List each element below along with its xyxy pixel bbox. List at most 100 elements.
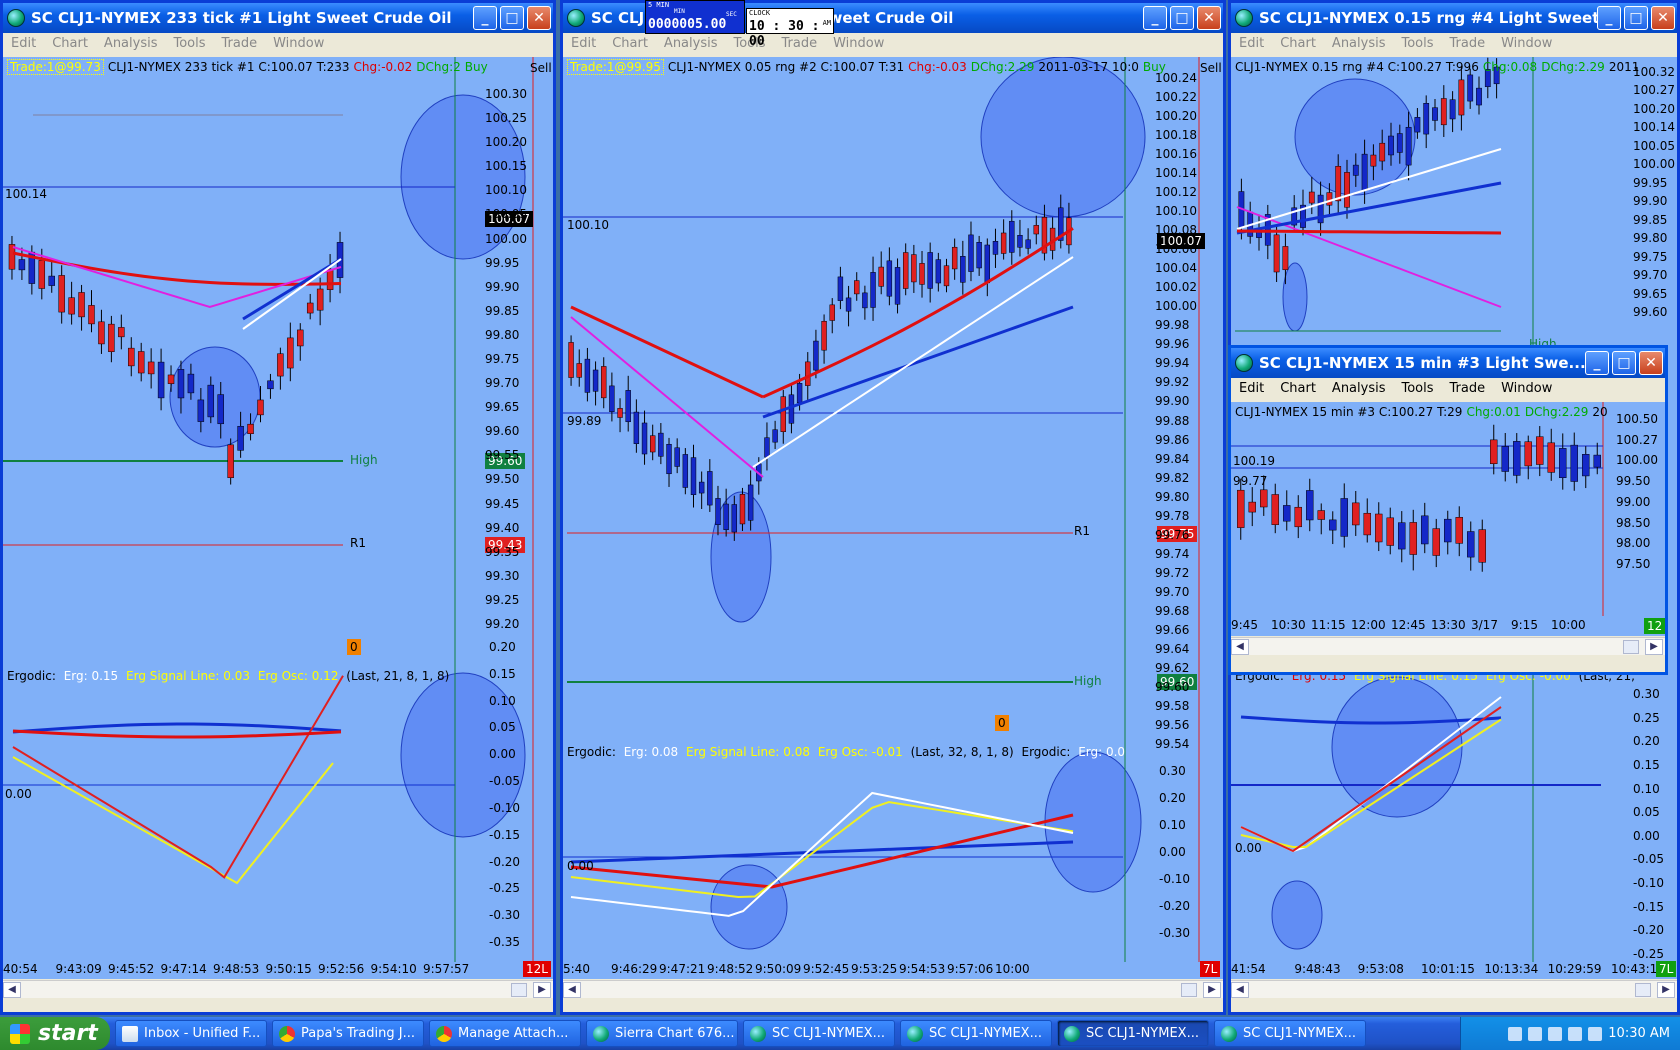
maximize-button[interactable]: □ <box>1170 6 1194 30</box>
scroll-thumb[interactable] <box>1623 639 1639 654</box>
price-tick-label: 100.20 <box>485 135 527 150</box>
close-button[interactable]: ✕ <box>527 6 551 30</box>
candle-body <box>976 242 982 269</box>
scroll-left-icon[interactable]: ◀ <box>1231 638 1249 655</box>
scroll-thumb[interactable] <box>1181 982 1197 997</box>
time-tick-label: 9:48:53 <box>213 962 260 976</box>
scroll-right-icon[interactable]: ▶ <box>533 981 551 998</box>
scroll-thumb[interactable] <box>1635 982 1651 997</box>
close-button[interactable]: ✕ <box>1639 351 1663 375</box>
chart-window-2[interactable]: SC CLJ1 ht Sweet Crude Oil _ □ ✕ Edit Ch… <box>560 0 1226 1015</box>
window-titlebar[interactable]: SC CLJ1-NYMEX 0.15 rng #4 Light Sweet ..… <box>1231 3 1677 33</box>
menu-analysis[interactable]: Analysis <box>104 36 158 51</box>
candle-body <box>316 288 324 311</box>
chart-area[interactable]: CLJ1-NYMEX 15 min #3 C:100.27 T:29 Chg:0.… <box>1231 402 1665 636</box>
price-tick-label: 99.92 <box>1155 375 1190 390</box>
menu-window[interactable]: Window <box>1501 381 1552 396</box>
price-tick-label: 99.58 <box>1155 698 1190 713</box>
menu-chart[interactable]: Chart <box>1280 36 1316 51</box>
scroll-left-icon[interactable]: ◀ <box>1231 981 1249 998</box>
osc-tick-label: 0.15 <box>1633 757 1660 772</box>
candle-body <box>1570 444 1578 482</box>
taskbar-item[interactable]: Sierra Chart 676... <box>586 1020 738 1047</box>
buy-label[interactable]: Buy <box>465 60 488 74</box>
osc-tick-label: -0.15 <box>489 827 521 842</box>
taskbar-item[interactable]: Papa's Trading J... <box>272 1020 424 1047</box>
horizontal-scrollbar[interactable]: ◀ ▶ <box>1231 637 1665 655</box>
menu-tools[interactable]: Tools <box>1401 36 1433 51</box>
mail-icon[interactable] <box>1528 1026 1543 1041</box>
menu-chart[interactable]: Chart <box>52 36 88 51</box>
menu-edit[interactable]: Edit <box>571 36 596 51</box>
taskbar-item[interactable]: SC CLJ1-NYMEX... <box>743 1020 895 1047</box>
taskbar-item-label: SC CLJ1-NYMEX... <box>1243 1026 1356 1041</box>
horizontal-scrollbar[interactable]: ◀ ▶ <box>3 980 553 998</box>
taskbar-item[interactable]: SC CLJ1-NYMEX... <box>900 1020 1052 1047</box>
menu-trade[interactable]: Trade <box>1450 36 1486 51</box>
price-tick-label: 100.02 <box>1155 280 1197 295</box>
menu-analysis[interactable]: Analysis <box>1332 381 1386 396</box>
taskbar-item[interactable]: Manage Attach... <box>429 1020 581 1047</box>
window-titlebar[interactable]: SC CLJ1-NYMEX 233 tick #1 Light Sweet Cr… <box>3 3 553 33</box>
menu-tools[interactable]: Tools <box>173 36 205 51</box>
menu-tools[interactable]: Tools <box>1401 381 1433 396</box>
candle-body <box>1248 501 1256 513</box>
candle-body <box>1409 522 1417 555</box>
time-tick-label: 9:45:52 <box>108 962 155 976</box>
network-icon[interactable] <box>1508 1026 1523 1041</box>
window-titlebar[interactable]: SC CLJ1-NYMEX 15 min #3 Light Swe... _ □… <box>1231 348 1665 378</box>
close-button[interactable]: ✕ <box>1197 6 1221 30</box>
taskbar-item[interactable]: SC CLJ1-NYMEX... <box>1057 1020 1209 1047</box>
menu-window[interactable]: Window <box>273 36 324 51</box>
menu-chart[interactable]: Chart <box>612 36 648 51</box>
taskbar-item-label: Papa's Trading J... <box>301 1026 415 1041</box>
scroll-right-icon[interactable]: ▶ <box>1645 638 1663 655</box>
menu-edit[interactable]: Edit <box>11 36 36 51</box>
menu-edit[interactable]: Edit <box>1239 36 1264 51</box>
taskbar-item[interactable]: Inbox - Unified F... <box>115 1020 267 1047</box>
chart-area[interactable]: Trade:1@99.73 CLJ1-NYMEX 233 tick #1 C:10… <box>3 57 553 979</box>
maximize-button[interactable]: □ <box>1612 351 1636 375</box>
menu-analysis[interactable]: Analysis <box>1332 36 1386 51</box>
maximize-button[interactable]: □ <box>500 6 524 30</box>
price-tick-label: 99.88 <box>1155 413 1190 428</box>
scroll-left-icon[interactable]: ◀ <box>3 981 21 998</box>
level-label-top: 100.19 <box>1233 454 1275 468</box>
candle-body <box>837 276 844 301</box>
menu-trade[interactable]: Trade <box>1450 381 1486 396</box>
sell-label[interactable]: Sell <box>1200 61 1222 75</box>
volume-icon[interactable] <box>1588 1026 1603 1041</box>
close-button[interactable]: ✕ <box>1651 6 1675 30</box>
candle-body <box>207 384 215 418</box>
horizontal-scrollbar[interactable]: ◀ ▶ <box>563 980 1223 998</box>
menu-trade[interactable]: Trade <box>222 36 258 51</box>
menu-window[interactable]: Window <box>1501 36 1552 51</box>
minimize-button[interactable]: _ <box>1597 6 1621 30</box>
clock-time: 10 : 30 : 00 <box>749 19 820 49</box>
signal-icon[interactable] <box>1548 1026 1563 1041</box>
scroll-thumb[interactable] <box>511 982 527 997</box>
horizontal-scrollbar[interactable]: ◀ ▶ <box>1231 980 1677 998</box>
app-icon[interactable] <box>1568 1026 1583 1041</box>
maximize-button[interactable]: □ <box>1624 6 1648 30</box>
minimize-button[interactable]: _ <box>1143 6 1167 30</box>
scroll-right-icon[interactable]: ▶ <box>1203 981 1221 998</box>
chart-window-3[interactable]: SC CLJ1-NYMEX 15 min #3 Light Swe... _ □… <box>1228 345 1668 675</box>
sell-label[interactable]: Sell <box>530 61 552 75</box>
candle-body <box>1363 512 1371 536</box>
minimize-button[interactable]: _ <box>473 6 497 30</box>
taskbar-item[interactable]: SC CLJ1-NYMEX... <box>1214 1020 1366 1047</box>
chart-area[interactable]: Trade:1@99.95 CLJ1-NYMEX 0.05 rng #2 C:10… <box>563 57 1223 979</box>
menu-window[interactable]: Window <box>833 36 884 51</box>
chart-window-1[interactable]: SC CLJ1-NYMEX 233 tick #1 Light Sweet Cr… <box>0 0 556 1015</box>
menu-chart[interactable]: Chart <box>1280 381 1316 396</box>
date-label: 20 <box>1592 405 1608 419</box>
menu-analysis[interactable]: Analysis <box>664 36 718 51</box>
scroll-left-icon[interactable]: ◀ <box>563 981 581 998</box>
start-button[interactable]: start <box>0 1017 110 1050</box>
scroll-right-icon[interactable]: ▶ <box>1657 981 1675 998</box>
minimize-button[interactable]: _ <box>1585 351 1609 375</box>
price-tick-label: 100.05 <box>485 207 527 222</box>
menu-edit[interactable]: Edit <box>1239 381 1264 396</box>
candle-body <box>813 340 819 371</box>
